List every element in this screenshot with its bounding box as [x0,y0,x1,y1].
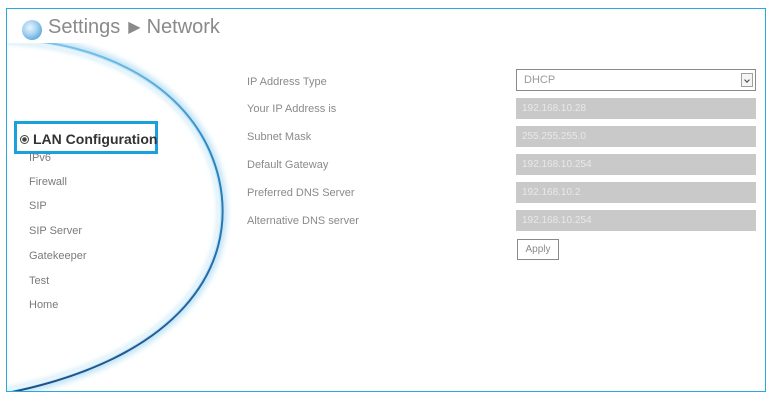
preferred-dns-label: Preferred DNS Server [247,187,355,199]
chevron-down-icon[interactable] [741,73,753,87]
sidebar-item-firewall[interactable]: Firewall [29,176,67,188]
sidebar-item-sip-server[interactable]: SIP Server [29,225,82,237]
sidebar-item-lan-configuration[interactable]: LAN Configuration [20,131,157,147]
subnet-mask-field: 255.255.255.0 [516,126,756,147]
alternative-dns-label: Alternative DNS server [247,215,359,227]
alternative-dns-field: 192.168.10.254 [516,210,756,231]
breadcrumb-separator-icon: ▶ [128,19,141,36]
breadcrumb-current: Network [146,16,220,38]
sidebar-item-test[interactable]: Test [29,275,49,287]
ip-address-field: 192.168.10.28 [516,98,756,119]
subnet-mask-label: Subnet Mask [247,131,312,143]
sidebar-item-home[interactable]: Home [29,299,58,311]
sidebar-item-ipv6[interactable]: IPv6 [29,152,51,164]
preferred-dns-field: 192.168.10.2 [516,182,756,203]
sidebar-item-gatekeeper[interactable]: Gatekeeper [29,250,86,262]
ip-address-label: Your IP Address is [247,103,337,115]
breadcrumb-root[interactable]: Settings [48,16,120,38]
apply-button[interactable]: Apply [517,239,559,260]
sidebar-item-label: LAN Configuration [33,131,158,147]
ip-address-type-value: DHCP [524,74,556,86]
default-gateway-label: Default Gateway [247,159,329,171]
sidebar-item-sip[interactable]: SIP [29,200,47,212]
globe-icon [22,20,42,40]
radio-bullet-icon [20,135,29,144]
default-gateway-field: 192.168.10.254 [516,154,756,175]
ip-address-type-select[interactable]: DHCP [516,69,756,91]
page-title-breadcrumb: Settings ▶ Network [48,16,220,39]
ip-address-type-label: IP Address Type [247,76,327,88]
